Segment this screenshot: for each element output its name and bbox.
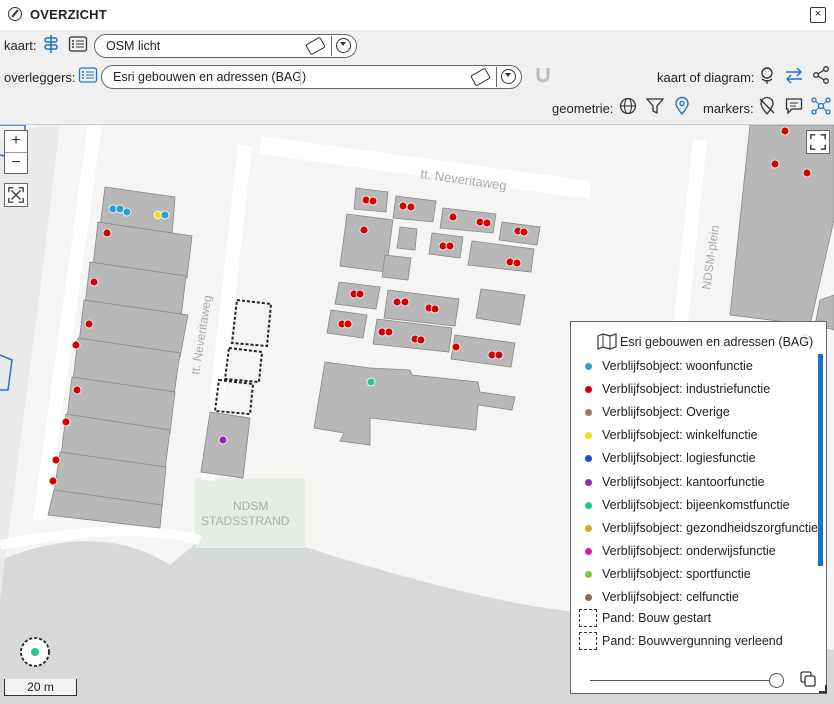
area-label: STADSSTRAND xyxy=(201,514,290,528)
marker-industriefunctie xyxy=(61,417,71,427)
legend-item-label: Verblijfsobject: kantoorfunctie xyxy=(602,474,765,489)
zoom-control: + − xyxy=(4,130,28,174)
copy-icon[interactable] xyxy=(799,670,817,688)
legend-box-icon xyxy=(579,632,597,651)
overlay-value: Esri gebouwen en adressen (BAG) xyxy=(113,70,307,84)
title-bar: OVERZICHT × xyxy=(0,0,834,31)
resize-handle[interactable] xyxy=(819,685,827,693)
overleggers-label: overleggers: xyxy=(4,70,76,85)
legend-item-label: Verblijfsobject: industriefunctie xyxy=(602,382,771,397)
opacity-slider-handle[interactable] xyxy=(769,673,784,688)
expand-arrows-icon xyxy=(8,187,24,203)
eraser-icon[interactable] xyxy=(305,36,326,56)
markers-label: markers: xyxy=(703,101,754,116)
legend-item-label: Verblijfsobject: logiesfunctie xyxy=(602,451,756,466)
geometrie-label: geometrie: xyxy=(552,101,614,116)
legend-item-label: Pand: Bouwvergunning verleend xyxy=(602,634,783,649)
close-button[interactable]: × xyxy=(810,7,826,23)
legend-dot-icon xyxy=(585,501,592,509)
legend-dot-icon xyxy=(585,363,592,370)
legend-item-label: Verblijfsobject: sportfunctie xyxy=(602,566,751,581)
basemap-select[interactable]: OSM licht xyxy=(94,34,357,58)
marker-industriefunctie xyxy=(51,455,61,465)
filter-icon[interactable] xyxy=(645,96,665,116)
area-label: NDSM xyxy=(233,499,268,513)
marker-industriefunctie xyxy=(72,385,82,395)
legend-item-label: Verblijfsobject: bijeenkomstfunctie xyxy=(602,497,790,512)
comment-icon[interactable] xyxy=(784,96,804,116)
legend-dot-icon xyxy=(585,547,592,555)
legend-dot-icon xyxy=(585,409,592,417)
legend-item-label: Pand: Bouw gestart xyxy=(602,611,712,626)
chevron-down-icon[interactable] xyxy=(496,67,519,87)
legend-dot-icon xyxy=(585,478,592,486)
legend-title: Esri gebouwen en adressen (BAG) xyxy=(620,335,814,349)
divider xyxy=(300,69,301,86)
overlay-select[interactable]: Esri gebouwen en adressen (BAG) xyxy=(101,65,522,89)
legend-dot-icon xyxy=(585,524,592,532)
window-title: OVERZICHT xyxy=(30,7,107,22)
legend-item-label: Verblijfsobject: gezondheidszorgfunctie xyxy=(602,520,819,535)
fullscreen-icon xyxy=(810,134,826,150)
zoom-out-button[interactable]: − xyxy=(5,153,27,173)
map-icon xyxy=(597,332,617,350)
legend-item-label: Verblijfsobject: woonfunctie xyxy=(602,359,753,373)
legend-dot-icon xyxy=(585,455,592,463)
pin-off-icon[interactable] xyxy=(757,96,777,116)
marker-woonfunctie xyxy=(122,207,132,217)
scale-bar: 20 m xyxy=(4,679,77,696)
marker-woonfunctie xyxy=(160,210,170,220)
legend-scrollbar[interactable] xyxy=(818,354,823,566)
legend-item-label: Verblijfsobject: winkelfunctie xyxy=(602,428,758,443)
list-icon[interactable] xyxy=(78,65,98,85)
globe-icon[interactable] xyxy=(618,96,638,116)
swap-icon[interactable] xyxy=(784,65,804,85)
layers-toggle-icon[interactable] xyxy=(42,34,62,54)
legend-dot-icon xyxy=(585,432,592,440)
legend-item-label: Verblijfsobject: onderwijsfunctie xyxy=(602,543,776,558)
legend-dot-icon xyxy=(585,594,592,601)
marker-industriefunctie xyxy=(84,319,94,329)
magnet-icon[interactable] xyxy=(533,65,553,85)
basemap-value: OSM licht xyxy=(106,39,161,53)
zoom-in-button[interactable]: + xyxy=(5,131,27,153)
toolbar: kaart: OSM licht overleggers: Esri gebou… xyxy=(0,30,834,125)
eraser-icon[interactable] xyxy=(470,67,491,87)
legend-panel: Esri gebouwen en adressen (BAG) ⓘ Verbli… xyxy=(570,321,827,694)
legend-dot-icon xyxy=(585,570,592,578)
share-icon[interactable] xyxy=(811,65,831,85)
compass-icon xyxy=(8,7,22,21)
chevron-down-icon[interactable] xyxy=(331,36,354,56)
info-icon[interactable]: ⓘ xyxy=(801,333,809,344)
marker-industriefunctie xyxy=(102,228,112,238)
globe-pin-icon[interactable] xyxy=(757,65,777,85)
location-pin-icon[interactable] xyxy=(672,96,692,116)
legend-box-icon xyxy=(579,609,597,628)
cluster-icon[interactable] xyxy=(811,96,831,116)
kaart-of-diagram-label: kaart of diagram: xyxy=(657,70,755,85)
opacity-slider-track[interactable] xyxy=(590,680,775,681)
kaart-label: kaart: xyxy=(4,38,37,53)
marker-kantoorfunctie xyxy=(218,435,228,445)
marker-bijeenkomstfunctie xyxy=(366,377,376,387)
marker-industriefunctie xyxy=(89,277,99,287)
legend-item-label: Verblijfsobject: Overige xyxy=(602,405,730,420)
legend-item-label: Verblijfsobject: celfunctie xyxy=(602,590,739,604)
list-icon[interactable] xyxy=(68,34,88,54)
marker-industriefunctie xyxy=(48,476,58,486)
fullscreen-button[interactable] xyxy=(806,130,830,154)
marker-industriefunctie xyxy=(71,340,81,350)
legend-dot-icon xyxy=(585,386,592,394)
zoom-extent-button[interactable] xyxy=(4,183,28,207)
